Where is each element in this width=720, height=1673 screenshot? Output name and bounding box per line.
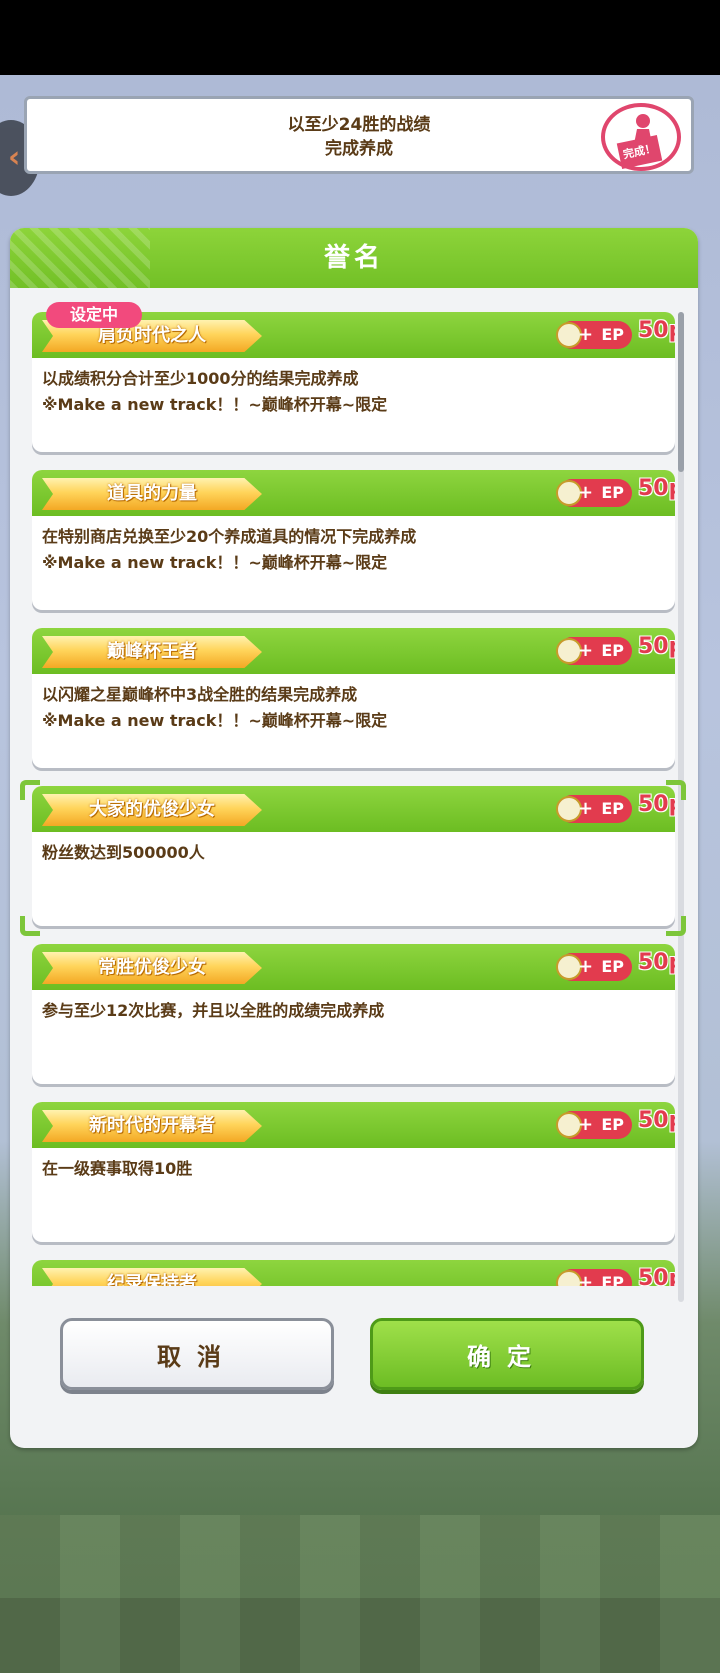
ep-label: EP [601, 483, 624, 502]
ep-label: EP [601, 641, 624, 660]
description-line-2: ※Make a new track！！~巅峰杯开幕~限定 [42, 395, 388, 414]
title-ribbon: 道具的力量 [42, 478, 262, 510]
selection-corner-br [666, 916, 686, 936]
title-card[interactable]: 大家的优俊少女 + EP 50pt 粉丝数达到500000人 [32, 786, 675, 926]
card-header: 巅峰杯王者 + EP 50pt [32, 628, 675, 674]
mission-line-1: 以至少24胜的战绩 [287, 115, 431, 135]
status-bar [0, 0, 720, 75]
points-label: 50pt [638, 634, 675, 659]
ep-label: EP [601, 957, 624, 976]
title-ribbon: 巅峰杯王者 [42, 636, 262, 668]
plus-icon: + [578, 1272, 594, 1286]
plus-icon: + [578, 956, 594, 977]
ep-label: EP [601, 799, 624, 818]
ep-badge: + EP [556, 1111, 632, 1139]
stamp-label: 完成！ [616, 135, 663, 169]
title-card[interactable]: 常胜优俊少女 + EP 50pt 参与至少12次比赛，并且以全胜的成绩完成养成 [32, 944, 675, 1084]
plus-icon: + [578, 640, 594, 661]
card-description: 在特别商店兑换至少20个养成道具的情况下完成养成 ※Make a new tra… [42, 524, 662, 576]
card-header: 纪录保持者 + EP 50pt [32, 1260, 675, 1286]
title-ribbon: 新时代的开幕者 [42, 1110, 262, 1142]
card-header: 大家的优俊少女 + EP 50pt [32, 786, 675, 832]
ep-badge: + EP [556, 795, 632, 823]
ep-label: EP [601, 1273, 624, 1286]
ep-badge: + EP [556, 637, 632, 665]
title-card[interactable]: 巅峰杯王者 + EP 50pt 以闪耀之星巅峰杯中3战全胜的结果完成养成 ※Ma… [32, 628, 675, 768]
confirm-button[interactable]: 确定 [370, 1318, 644, 1390]
dialog-header: 誉名 [10, 228, 698, 288]
points-label: 50pt [638, 318, 675, 343]
title-ribbon: 大家的优俊少女 [42, 794, 262, 826]
selection-corner-bl [20, 916, 40, 936]
points-label: 50pt [638, 476, 675, 501]
description-line-1: 参与至少12次比赛，并且以全胜的成绩完成养成 [42, 1001, 385, 1020]
mission-banner: 以至少24胜的战绩 完成养成 完成！ [24, 96, 694, 174]
card-description: 粉丝数达到500000人 [42, 840, 662, 866]
title-card[interactable]: 道具的力量 + EP 50pt 在特别商店兑换至少20个养成道具的情况下完成养成… [32, 470, 675, 610]
description-line-1: 以闪耀之星巅峰杯中3战全胜的结果完成养成 [42, 685, 358, 704]
description-line-1: 以成绩积分合计至少1000分的结果完成养成 [42, 369, 359, 388]
plus-icon: + [578, 798, 594, 819]
title-card[interactable]: 肩负时代之人 + EP 50pt 以成绩积分合计至少1000分的结果完成养成 ※… [32, 312, 675, 452]
ep-badge: + EP [556, 321, 632, 349]
header-pattern [10, 228, 150, 288]
title-card[interactable]: 纪录保持者 + EP 50pt [32, 1260, 675, 1286]
card-header: 常胜优俊少女 + EP 50pt [32, 944, 675, 990]
selection-corner-tl [20, 780, 40, 800]
description-line-1: 粉丝数达到500000人 [42, 843, 205, 862]
ep-badge: + EP [556, 953, 632, 981]
ep-badge: + EP [556, 479, 632, 507]
card-header: 新时代的开幕者 + EP 50pt [32, 1102, 675, 1148]
points-label: 50pt [638, 1266, 675, 1286]
card-description: 参与至少12次比赛，并且以全胜的成绩完成养成 [42, 998, 662, 1024]
points-label: 50pt [638, 950, 675, 975]
card-description: 在一级赛事取得10胜 [42, 1156, 662, 1182]
description-line-1: 在特别商店兑换至少20个养成道具的情况下完成养成 [42, 527, 417, 546]
description-line-2: ※Make a new track！！~巅峰杯开幕~限定 [42, 553, 388, 572]
card-description: 以成绩积分合计至少1000分的结果完成养成 ※Make a new track！… [42, 366, 662, 418]
title-list: 肩负时代之人 + EP 50pt 以成绩积分合计至少1000分的结果完成养成 ※… [12, 290, 680, 1286]
description-line-1: 在一级赛事取得10胜 [42, 1159, 193, 1178]
plus-icon: + [578, 1114, 594, 1135]
mission-line-2: 完成养成 [325, 139, 393, 159]
description-line-2: ※Make a new track！！~巅峰杯开幕~限定 [42, 711, 388, 730]
background-fence [0, 1515, 720, 1673]
card-header: 道具的力量 + EP 50pt [32, 470, 675, 516]
selection-corner-tr [666, 780, 686, 800]
title-card[interactable]: 新时代的开幕者 + EP 50pt 在一级赛事取得10胜 [32, 1102, 675, 1242]
plus-icon: + [578, 482, 594, 503]
setting-tag: 设定中 [46, 302, 142, 328]
points-label: 50pt [638, 1108, 675, 1133]
complete-stamp-icon: 完成！ [601, 103, 681, 171]
ep-label: EP [601, 325, 624, 344]
plus-icon: + [578, 324, 594, 345]
title-ribbon: 纪录保持者 [42, 1268, 262, 1286]
title-ribbon: 常胜优俊少女 [42, 952, 262, 984]
cancel-button[interactable]: 取消 [60, 1318, 334, 1390]
card-description: 以闪耀之星巅峰杯中3战全胜的结果完成养成 ※Make a new track！！… [42, 682, 662, 734]
ep-badge: + EP [556, 1269, 632, 1286]
ep-label: EP [601, 1115, 624, 1134]
dialog-title: 誉名 [323, 243, 384, 273]
